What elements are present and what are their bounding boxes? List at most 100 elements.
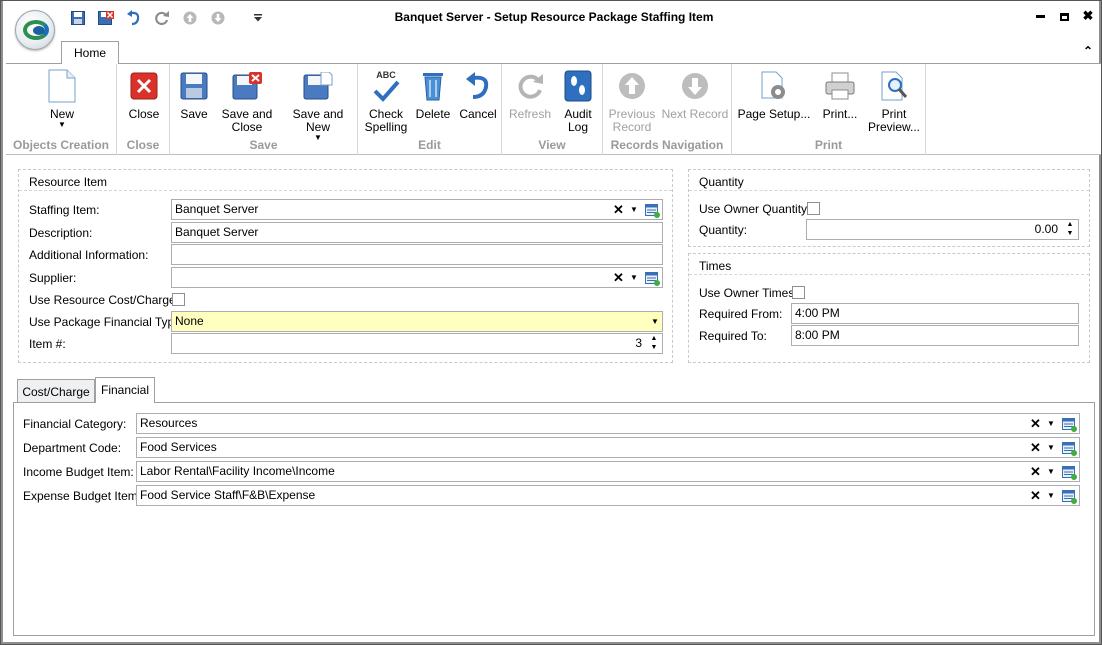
print-button[interactable]: Print... [816,68,864,121]
use-owner-times-checkbox[interactable] [792,286,805,299]
department-code-clear-icon[interactable]: ✕ [1030,440,1041,456]
print-preview-magnifier-icon [881,71,908,101]
staffing-item-lookup-icon[interactable] [645,203,660,218]
required-from-value: 4:00 PM [795,306,840,320]
spin-down-icon[interactable]: ▼ [648,344,660,352]
income-budget-item-field[interactable]: Labor Rental\Facility Income\Income ✕ ▼ [136,461,1080,482]
spin-up-icon[interactable]: ▲ [648,335,660,343]
staffing-item-tools: ✕ ▼ [613,201,660,219]
ribbon-group-objects-creation: New ▼ Objects Creation [6,64,117,155]
required-to-field[interactable]: 8:00 PM [791,325,1079,346]
staffing-item-dropdown-icon[interactable]: ▼ [629,202,639,218]
minimize-button[interactable] [1033,8,1047,24]
save-and-new-label: Save and New [292,107,344,134]
ribbon-tab-strip: Home ⌃ [3,40,1102,64]
supplier-lookup-icon[interactable] [645,271,660,286]
use-resource-cost-label: Use Resource Cost/Charge: [29,293,180,307]
close-button[interactable]: Close [125,68,163,121]
financial-type-tools: ▼ [650,313,660,331]
ribbon-group-records-navigation: Previous Record Next Record Records Navi… [603,64,732,155]
ribbon-group-print: Page Setup... Print... Print Preview... … [732,64,926,155]
check-spelling-icon [373,80,400,102]
income-budget-item-clear-icon[interactable]: ✕ [1030,464,1041,480]
financial-category-lookup-icon[interactable] [1062,417,1077,432]
staffing-item-field[interactable]: Banquet Server ✕ ▼ [171,199,663,220]
supplier-field[interactable]: ✕ ▼ [171,267,663,288]
save-and-new-button[interactable]: Save and New ▼ [280,68,356,142]
financial-tab-panel: Financial Category: Resources ✕ ▼ Depart… [13,402,1095,636]
department-code-field[interactable]: Food Services ✕ ▼ [136,437,1080,458]
use-package-financial-type-select[interactable]: None ▼ [171,311,663,332]
quantity-panel: Quantity Use Owner Quantity: Quantity: 0… [688,169,1090,247]
use-owner-quantity-checkbox[interactable] [807,202,820,215]
minimize-icon [1035,15,1045,19]
quantity-spinner[interactable]: ▲ ▼ [1064,221,1076,238]
previous-record-label-2: Record [612,120,652,134]
expense-budget-item-label: Expense Budget Item: [23,489,142,503]
income-budget-item-lookup-icon[interactable] [1062,465,1077,480]
expense-budget-item-field[interactable]: Food Service Staff\F&B\Expense ✕ ▼ [136,485,1080,506]
ribbon: New ▼ Objects Creation Close Close Save … [6,63,1102,155]
financial-type-dropdown-icon[interactable]: ▼ [650,314,660,330]
ribbon-tab-home[interactable]: Home [61,41,119,64]
quantity-stepper[interactable]: 0.00 ▲ ▼ [806,219,1079,240]
new-button[interactable]: New ▼ [42,68,82,129]
maximize-button[interactable] [1057,8,1071,24]
item-number-label: Item #: [29,337,66,351]
item-number-stepper[interactable]: 3 ▲ ▼ [171,333,663,354]
group-label-view: View [538,138,566,152]
financial-category-dropdown-icon[interactable]: ▼ [1046,416,1056,432]
audit-log-button[interactable]: Audit Log [558,68,598,134]
close-window-button[interactable]: ✖ [1081,8,1095,24]
spin-down-icon[interactable]: ▼ [1064,230,1076,238]
expense-budget-item-clear-icon[interactable]: ✕ [1030,488,1041,504]
income-budget-item-label: Income Budget Item: [23,465,134,479]
times-title: Times [699,259,732,273]
group-label-close: Close [126,138,160,152]
save-button[interactable]: Save [176,68,212,121]
department-code-lookup-icon[interactable] [1062,441,1077,456]
page-setup-button[interactable]: Page Setup... [736,68,812,121]
abc-text: ABC [376,69,396,80]
expense-budget-item-dropdown-icon[interactable]: ▼ [1046,488,1056,504]
additional-information-label: Additional Information: [29,248,149,262]
next-record-icon [682,73,708,99]
income-budget-item-value: Labor Rental\Facility Income\Income [140,464,335,478]
financial-category-field[interactable]: Resources ✕ ▼ [136,413,1080,434]
cancel-button[interactable]: Cancel [456,68,500,121]
spin-up-icon[interactable]: ▲ [1064,221,1076,229]
description-field[interactable]: Banquet Server [171,222,663,243]
supplier-clear-icon[interactable]: ✕ [613,270,624,286]
next-record-button[interactable]: Next Record [661,68,729,121]
additional-information-field[interactable] [171,244,663,265]
app-menu-button[interactable] [15,10,55,50]
use-resource-cost-checkbox[interactable] [172,293,185,306]
ribbon-collapse-button[interactable]: ⌃ [1083,44,1093,58]
expense-budget-item-lookup-icon[interactable] [1062,489,1077,504]
description-label: Description: [29,226,93,240]
financial-category-clear-icon[interactable]: ✕ [1030,416,1041,432]
save-and-close-button[interactable]: Save and Close [218,68,276,134]
quantity-divider [689,190,1089,191]
check-spelling-button[interactable]: ABC Check Spelling [362,68,410,134]
supplier-dropdown-icon[interactable]: ▼ [629,270,639,286]
refresh-button[interactable]: Refresh [504,68,556,121]
tab-cost-charge[interactable]: Cost/Charge [17,379,95,403]
department-code-label: Department Code: [23,441,122,455]
save-and-new-dropdown-caret: ▼ [314,133,322,142]
delete-button-label: Delete [415,107,451,121]
income-budget-item-dropdown-icon[interactable]: ▼ [1046,464,1056,480]
item-number-spinner[interactable]: ▲ ▼ [648,335,660,352]
previous-record-button[interactable]: Previous Record [605,68,659,134]
print-preview-button[interactable]: Print Preview... [866,68,922,134]
supplier-label: Supplier: [29,271,77,285]
staffing-item-clear-icon[interactable]: ✕ [613,202,624,218]
delete-button[interactable]: Delete [412,68,454,121]
required-from-field[interactable]: 4:00 PM [791,303,1079,324]
tab-financial[interactable]: Financial [95,377,155,403]
print-preview-label-2: Preview... [867,120,921,134]
staffing-item-label: Staffing Item: [29,203,100,217]
department-code-dropdown-icon[interactable]: ▼ [1046,440,1056,456]
item-number-value: 3 [635,336,642,350]
use-package-financial-type-value: None [175,314,204,328]
